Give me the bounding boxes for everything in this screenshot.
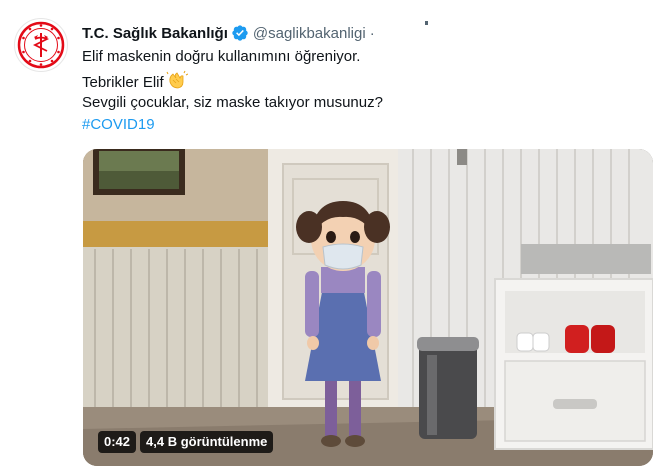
account-avatar[interactable] <box>14 18 68 72</box>
video-duration: 0:42 <box>98 431 137 453</box>
tweet-text-line-2-text: Tebrikler Elif <box>82 74 164 91</box>
video-frame <box>83 149 653 466</box>
video-player[interactable] <box>83 149 653 466</box>
cursor-mark <box>425 21 428 25</box>
video-view-count: 4,4 B görüntülenme <box>140 431 274 453</box>
header-separator: · <box>369 24 375 42</box>
tweet-text-line-3: Sevgili çocuklar, siz maske takıyor musu… <box>82 94 383 111</box>
author-handle[interactable]: @saglikbakanligi <box>253 25 366 42</box>
tweet-header: T.C. Sağlık Bakanlığı @saglikbakanligi · <box>82 21 375 45</box>
verified-badge-icon[interactable] <box>231 24 249 42</box>
video-info-bar: 0:42 4,4 B görüntülenme <box>98 431 274 453</box>
tweet-text-line-1: Elif maskenin doğru kullanımını öğreniyo… <box>82 48 361 65</box>
hashtag-link[interactable]: #COVID19 <box>82 115 155 135</box>
ministry-logo-icon <box>17 21 65 69</box>
tweet-text-line-2: Tebrikler Elif <box>82 70 188 93</box>
author-name[interactable]: T.C. Sağlık Bakanlığı <box>82 25 228 42</box>
clapping-hands-icon <box>166 70 188 89</box>
